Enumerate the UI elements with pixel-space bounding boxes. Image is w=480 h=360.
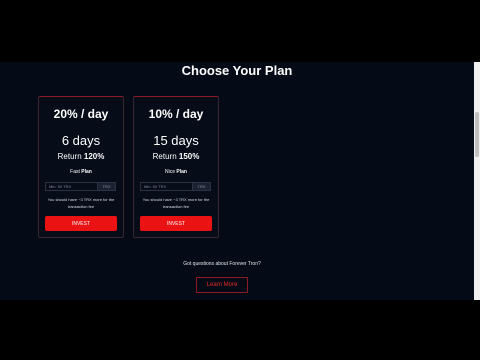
amount-input[interactable] [45,182,97,191]
fee-note: You should have ~3 TRX more for the tran… [47,197,115,209]
plan-name: Nice Plan [134,169,218,175]
scrollbar[interactable] [474,62,480,300]
amount-input[interactable] [140,182,192,191]
plan-rate: 20% / day [53,107,109,121]
fee-note: You should have ~3 TRX more for the tran… [142,197,210,209]
plan-name-prefix: Nice [165,169,176,175]
invest-button[interactable]: INVEST [45,216,117,231]
plan-name-prefix: Fast [70,169,80,175]
plan-return-label: Return [152,152,177,161]
currency-label: TRX [97,182,116,191]
plan-return: Return 120% [39,152,123,161]
plan-return-value: 120% [83,152,105,161]
plan-return-value: 150% [178,152,200,161]
plan-card-fast: 20% / day 6 days Return 120% Fast Plan T… [38,96,124,238]
scrollbar-thumb[interactable] [475,112,479,157]
plan-name-suffix: Plan [176,169,187,175]
plan-days: 15 days [153,133,199,148]
section-title: Choose Your Plan [181,63,293,78]
learn-more-button[interactable]: Learn More [196,277,248,293]
plan-return: Return 150% [134,152,218,161]
faq-question: Got questions about Forever Tron? [183,261,261,267]
currency-label: TRX [192,182,211,191]
plan-rate: 10% / day [148,107,204,121]
plan-card-nice: 10% / day 15 days Return 150% Nice Plan … [133,96,219,238]
invest-button[interactable]: INVEST [140,216,212,231]
plan-return-label: Return [57,152,82,161]
plan-name: Fast Plan [39,169,123,175]
plan-days: 6 days [61,133,101,148]
plan-name-suffix: Plan [81,169,92,175]
